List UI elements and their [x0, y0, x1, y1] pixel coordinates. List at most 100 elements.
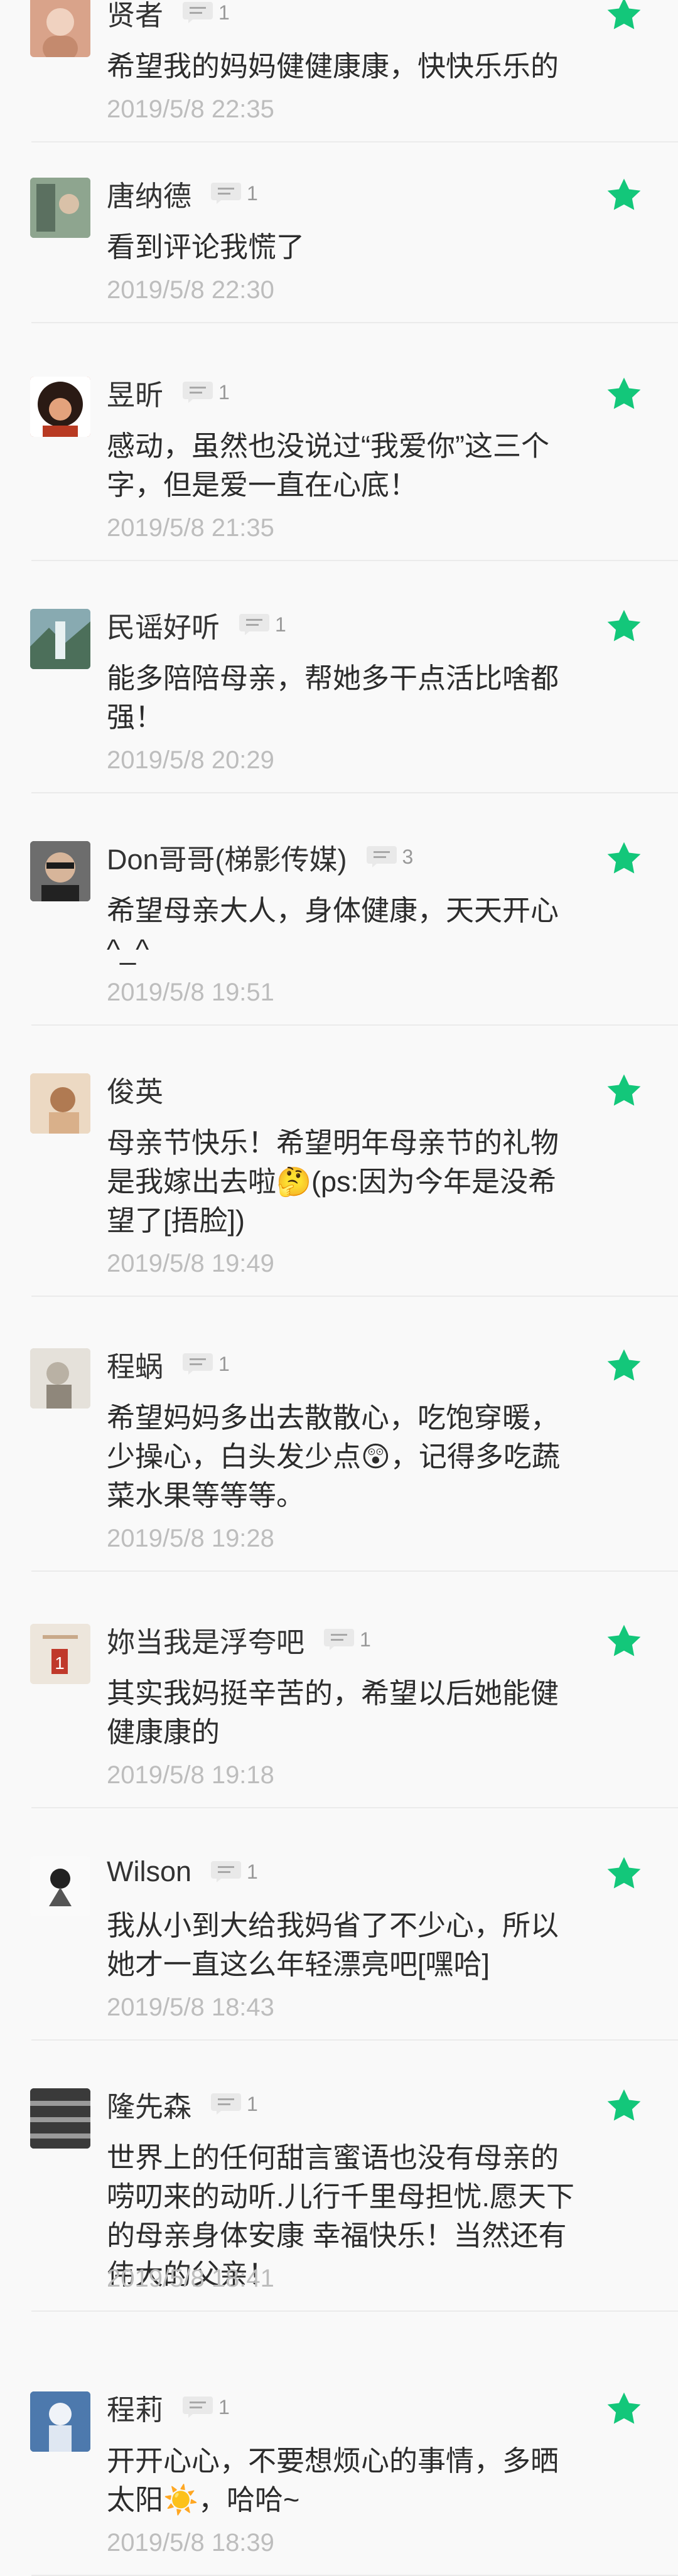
comment-item: 民谣好听 1 能多陪陪母亲，帮她多干点活比啥都 强！ 2019/5/8 20:2… [0, 593, 678, 793]
avatar[interactable] [30, 178, 90, 238]
comment-text: 希望母亲大人，身体健康，天天开心 ^_^ [107, 894, 559, 965]
star-button[interactable] [604, 1622, 644, 1661]
divider [31, 322, 678, 323]
avatar[interactable]: 1 [30, 1624, 90, 1684]
reply-button[interactable]: 1 [182, 2396, 230, 2419]
comment-bubble-icon [239, 613, 270, 636]
avatar[interactable] [30, 609, 90, 669]
avatar[interactable] [30, 1856, 90, 1916]
reply-count: 1 [247, 2092, 258, 2115]
comment-header: 昱昕 1 [107, 373, 230, 411]
reply-count: 1 [247, 181, 258, 205]
commenter-name[interactable]: 程蜗 [107, 1344, 163, 1385]
comment-bubble-icon [182, 1353, 213, 1375]
avatar-photo-icon [30, 1856, 90, 1916]
star-icon [604, 839, 644, 878]
divider [31, 1807, 678, 1808]
avatar-photo-icon [30, 1348, 90, 1409]
reply-button[interactable]: 1 [182, 1, 230, 24]
reply-count: 1 [218, 2395, 230, 2418]
comment-item: Wilson 1 我从小到大给我妈省了不少心，所以 她才一直这么年轻漂亮吧[嘿哈… [0, 1840, 678, 2041]
comment-item: 隆先森 1 世界上的任何甜言蜜语也没有母亲的 唠叨来的动听.儿行千里母担忧.愿天… [0, 2073, 678, 2312]
star-button[interactable] [604, 1346, 644, 1385]
comment-header: 妳当我是浮夸吧 1 [107, 1621, 371, 1658]
avatar-photo-icon: 1 [30, 1624, 90, 1684]
commenter-name[interactable]: 程莉 [107, 2387, 163, 2428]
reply-count: 1 [247, 1860, 258, 1883]
star-button[interactable] [604, 1071, 644, 1110]
comment-date: 2019/5/8 21:35 [107, 514, 274, 542]
comment-item: 程莉 1 开开心心，不要想烦心的事情，多晒 太阳☀️，哈哈~ 2019/5/8 … [0, 2376, 678, 2576]
comment-date: 2019/5/8 19:28 [107, 1525, 274, 1552]
reply-count: 1 [218, 1352, 230, 1375]
commenter-name[interactable]: 贤者 [107, 0, 163, 33]
reply-button[interactable]: 1 [323, 1628, 371, 1651]
star-button[interactable] [604, 839, 644, 878]
star-icon [604, 1071, 644, 1110]
comment-header: 民谣好听 1 [107, 606, 286, 643]
avatar-photo-icon [30, 609, 90, 669]
star-button[interactable] [604, 1854, 644, 1893]
comment-text: 能多陪陪母亲，帮她多干点活比啥都 强！ [107, 662, 559, 733]
avatar[interactable] [30, 1348, 90, 1409]
comment-header: 程莉 1 [107, 2388, 230, 2426]
star-icon [604, 2086, 644, 2125]
divider [31, 1296, 678, 1297]
comment-item: 1 妳当我是浮夸吧 1 其实我妈挺辛苦的，希望以后她能健 健康康的 2019/5… [0, 1608, 678, 1808]
avatar[interactable] [30, 841, 90, 901]
comment-date: 2019/5/8 18:39 [107, 2529, 274, 2557]
comment-item: 贤者 1 希望我的妈妈健健康康，快快乐乐的 2019/5/8 22:35 [0, 0, 678, 142]
star-icon [604, 176, 644, 215]
commenter-name[interactable]: 隆先森 [107, 2084, 191, 2125]
comment-date: 2019/5/8 18:41 [107, 2265, 274, 2292]
reply-button[interactable]: 1 [210, 2093, 258, 2116]
comment-text: 我从小到大给我妈省了不少心，所以 她才一直这么年轻漂亮吧[嘿哈] [107, 1909, 559, 1980]
avatar-photo-icon [30, 2088, 90, 2149]
commenter-name[interactable]: 妳当我是浮夸吧 [107, 1619, 304, 1660]
star-button[interactable] [604, 176, 644, 215]
reply-button[interactable]: 1 [210, 1860, 258, 1884]
reply-button[interactable]: 1 [210, 182, 258, 205]
comment-header: Wilson 1 [107, 1853, 258, 1891]
commenter-name[interactable]: Don哥哥(梯影传媒) [107, 837, 347, 877]
star-icon [604, 0, 644, 34]
comment-header: 程蜗 1 [107, 1345, 230, 1383]
comment-bubble-icon [182, 381, 213, 404]
reply-button[interactable]: 1 [182, 1353, 230, 1376]
comment-bubble-icon [182, 2396, 213, 2418]
reply-button[interactable]: 1 [182, 381, 230, 404]
commenter-name[interactable]: 唐纳德 [107, 173, 191, 214]
comment-text: 感动，虽然也没说过“我爱你”这三个 字，但是爱一直在心底！ [107, 430, 549, 501]
star-button[interactable] [604, 607, 644, 646]
reply-button[interactable]: 1 [239, 613, 286, 636]
reply-button[interactable]: 3 [366, 845, 413, 869]
star-button[interactable] [604, 2390, 644, 2428]
star-button[interactable] [604, 2086, 644, 2125]
comment-text: 看到评论我慌了 [107, 231, 305, 263]
avatar[interactable] [30, 377, 90, 437]
commenter-name[interactable]: 俊英 [107, 1069, 163, 1110]
star-icon [604, 1854, 644, 1893]
commenter-name[interactable]: 民谣好听 [107, 604, 220, 645]
star-button[interactable] [604, 0, 644, 34]
comment-header: 隆先森 1 [107, 2085, 258, 2123]
comment-date: 2019/5/8 22:30 [107, 276, 274, 304]
avatar[interactable] [30, 2391, 90, 2452]
avatar[interactable] [30, 2088, 90, 2149]
comment-bubble-icon [210, 182, 242, 205]
comment-bubble-icon [323, 1628, 355, 1651]
avatar[interactable] [30, 0, 90, 57]
divider [31, 560, 678, 561]
comment-header: Don哥哥(梯影传媒) 3 [107, 838, 413, 876]
commenter-name[interactable]: Wilson [107, 1855, 191, 1888]
comment-date: 2019/5/8 19:49 [107, 1250, 274, 1277]
star-button[interactable] [604, 375, 644, 414]
comment-text: 母亲节快乐！希望明年母亲节的礼物 是我嫁出去啦🤔(ps:因为今年是没希 望了[捂… [107, 1127, 559, 1237]
comment-item: Don哥哥(梯影传媒) 3 希望母亲大人，身体健康，天天开心 ^_^ 2019/… [0, 825, 678, 1026]
comment-item: 唐纳德 1 看到评论我慌了 2019/5/8 22:30 [0, 162, 678, 323]
reply-count: 1 [218, 1, 230, 24]
commenter-name[interactable]: 昱昕 [107, 372, 163, 413]
avatar-photo-icon [30, 178, 90, 238]
avatar[interactable] [30, 1073, 90, 1134]
comment-text: 希望妈妈多出去散散心，吃饱穿暖， 少操心，白头发少点😲，记得多吃蔬 菜水果等等等… [107, 1402, 560, 1511]
